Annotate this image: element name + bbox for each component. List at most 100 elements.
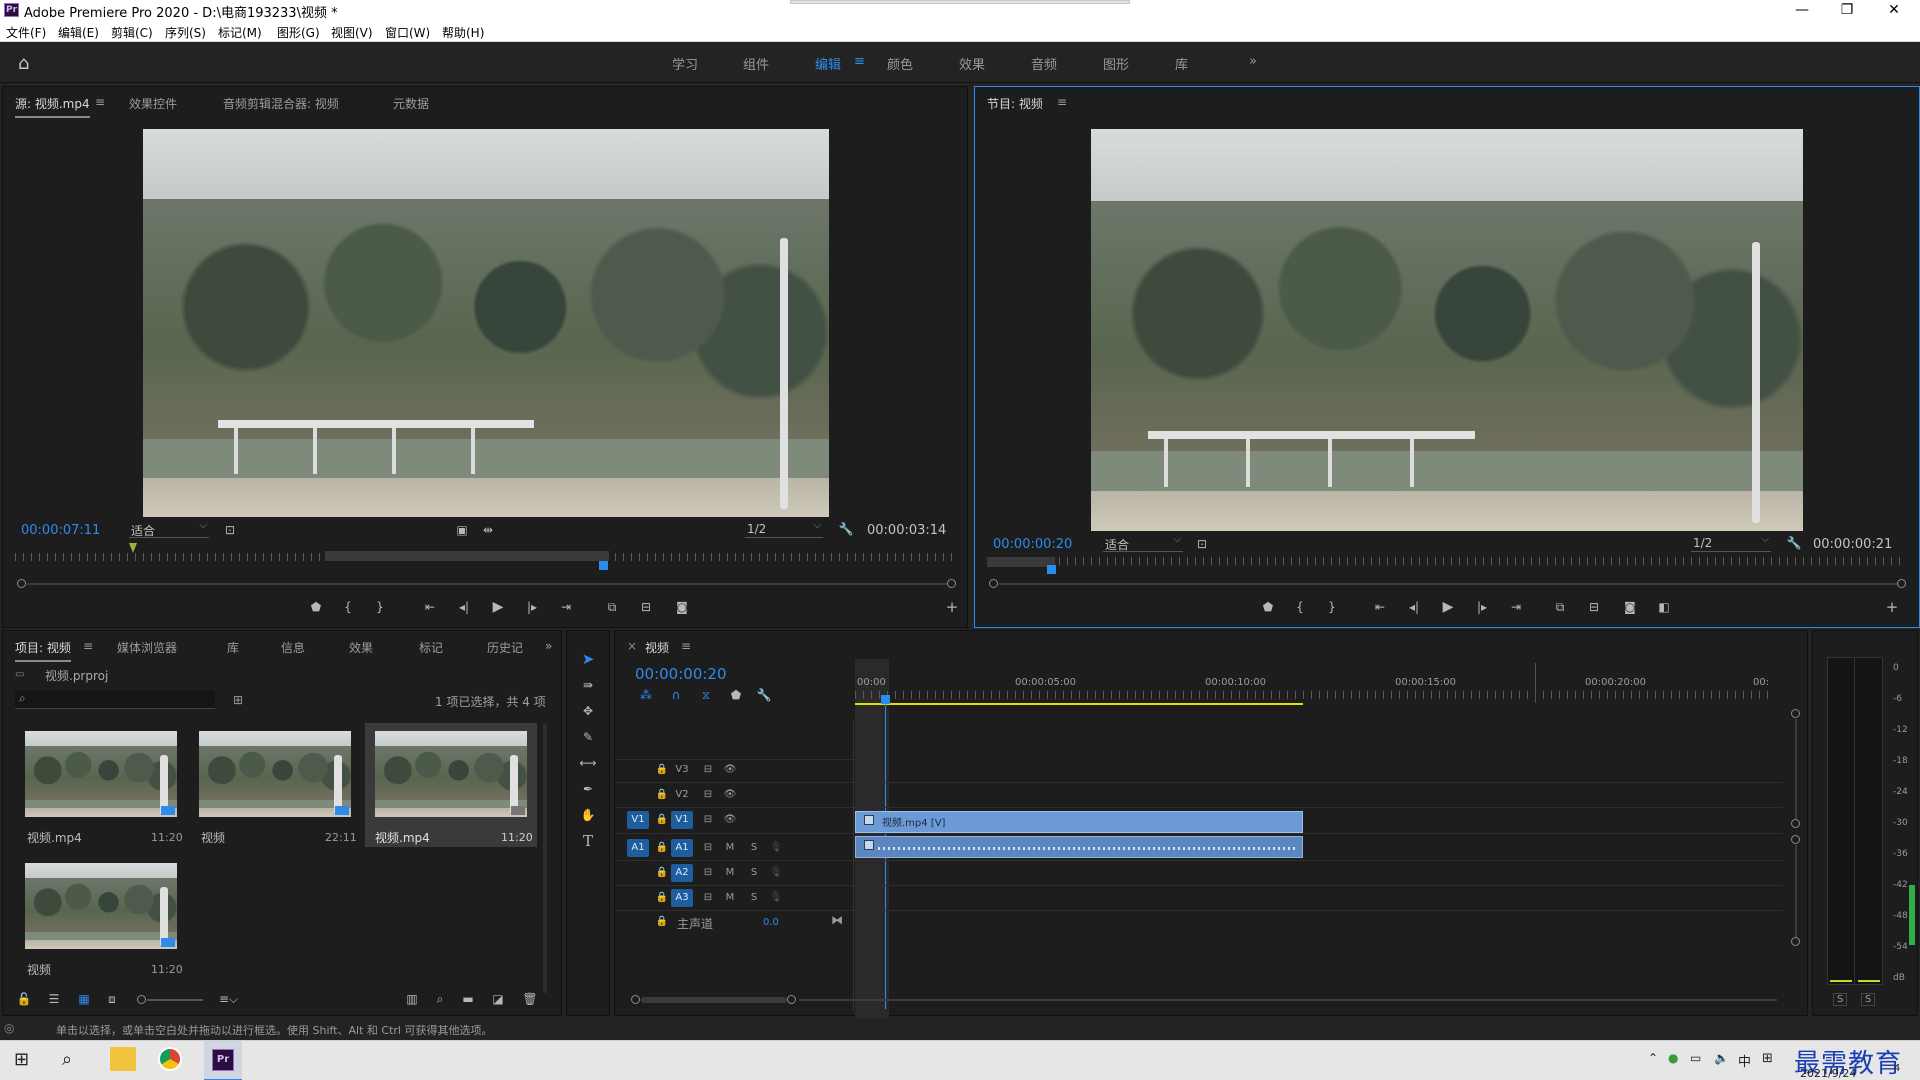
safe-margins-icon[interactable]: ⊡ [221, 522, 239, 538]
list-view-icon[interactable]: ☰ [45, 991, 63, 1007]
master-volume-value[interactable]: 0.0 [763, 917, 779, 928]
source-playhead[interactable] [599, 561, 608, 570]
source-settings-wrench-icon[interactable]: 🔧 [837, 521, 855, 537]
track-lock-icon[interactable]: 🔒 [651, 864, 673, 882]
workspace-menu-icon[interactable]: ≡ [854, 54, 865, 69]
timeline-vscroll-top-handle[interactable] [1791, 709, 1800, 718]
timeline-audio-vscroll-bottom-handle[interactable] [1791, 937, 1800, 946]
export-frame-icon[interactable]: ▣ [453, 522, 471, 538]
program-resolution-dropdown[interactable]: 1/2 [1691, 534, 1771, 552]
video-clip[interactable]: 视频.mp4 [V] [855, 811, 1303, 833]
comparison-view-icon[interactable]: ◧ [1655, 599, 1673, 615]
mark-out-icon[interactable]: } [371, 599, 389, 615]
tab-project[interactable]: 项目: 视频 [15, 639, 71, 662]
menu-marker[interactable]: 标记(M) [218, 24, 262, 41]
program-play-icon[interactable]: ▶ [1439, 599, 1457, 615]
program-panel-menu-icon[interactable]: ≡ [1057, 95, 1067, 109]
program-go-to-out-icon[interactable]: ⇥ [1507, 599, 1525, 615]
source-video-frame[interactable] [143, 129, 829, 517]
timeline-zoom-bar[interactable] [641, 997, 787, 1003]
tab-effects[interactable]: 效果 [349, 639, 373, 656]
thumb-size-slider-handle[interactable] [137, 995, 146, 1004]
close-button[interactable]: ✕ [1872, 0, 1916, 20]
new-item-icon[interactable]: ◪ [489, 991, 507, 1007]
source-resolution-dropdown[interactable]: 1/2 [745, 520, 823, 538]
add-marker-timeline-icon[interactable]: ⬟ [727, 687, 745, 703]
source-zoom-start-handle[interactable] [17, 579, 26, 588]
find-icon[interactable]: ⌕ [431, 991, 449, 1007]
tab-media-browser[interactable]: 媒体浏览器 [117, 639, 177, 656]
source-patch-a1[interactable]: A1 [627, 839, 649, 857]
premiere-taskbar-button[interactable]: Pr [204, 1041, 242, 1080]
tab-info[interactable]: 信息 [281, 639, 305, 656]
track-lock-icon[interactable]: 🔒 [651, 761, 673, 779]
track-lock-icon[interactable]: 🔒 [651, 889, 673, 907]
freeform-view-icon[interactable]: ⧈ [103, 991, 121, 1007]
menu-help[interactable]: 帮助(H) [442, 24, 484, 41]
ime-grid-icon[interactable]: ⊞ [1762, 1051, 1773, 1066]
sync-lock-icon[interactable]: ⊟ [697, 761, 719, 779]
extract-icon[interactable]: ⊟ [1585, 599, 1603, 615]
track-lock-icon[interactable]: 🔒 [651, 913, 673, 931]
lock-toggle-icon[interactable]: 🔓 [15, 991, 33, 1007]
step-back-icon[interactable]: ◂| [455, 599, 473, 615]
source-zoom-end-handle[interactable] [947, 579, 956, 588]
eye-icon[interactable]: 👁 [719, 761, 741, 779]
tab-history[interactable]: 历史记 [487, 639, 523, 656]
go-to-out-icon[interactable]: ⇥ [557, 599, 575, 615]
program-current-timecode[interactable]: 00:00:00:20 [993, 537, 1072, 552]
sync-lock-icon[interactable]: ⊟ [697, 811, 719, 829]
track-lock-icon[interactable]: 🔒 [651, 811, 673, 829]
in-out-range-bar[interactable] [855, 703, 1303, 705]
more-tabs-icon[interactable]: » [545, 639, 552, 653]
tab-markers[interactable]: 标记 [419, 639, 443, 656]
menu-window[interactable]: 窗口(W) [385, 24, 430, 41]
program-playhead[interactable] [1047, 565, 1056, 574]
program-settings-wrench-icon[interactable]: 🔧 [1785, 535, 1803, 551]
menu-edit[interactable]: 编辑(E) [58, 24, 99, 41]
solo-left-button[interactable]: S [1833, 993, 1848, 1006]
program-in-out-range[interactable] [987, 557, 1055, 567]
source-zoom-scrollbar[interactable] [27, 583, 947, 585]
step-forward-icon[interactable]: |▸ [523, 599, 541, 615]
tab-audio-clip-mixer[interactable]: 音频剪辑混合器: 视频 [223, 95, 339, 112]
tab-source[interactable]: 源: 视频.mp4 [15, 95, 90, 118]
pen-tool-icon[interactable]: ✒ [579, 781, 597, 797]
track-target-v3[interactable]: V3 [671, 761, 693, 779]
track-lock-icon[interactable]: 🔒 [651, 839, 673, 857]
audio-clip[interactable] [855, 836, 1303, 858]
sync-lock-icon[interactable]: ⊟ [697, 889, 719, 907]
linked-selection-icon[interactable]: ⧖ [697, 687, 715, 703]
solo-button[interactable]: S [743, 889, 765, 907]
chrome-icon[interactable] [158, 1047, 182, 1071]
solo-button[interactable]: S [743, 839, 765, 857]
sync-lock-icon[interactable]: ⊟ [697, 786, 719, 804]
source-patch-v1[interactable]: V1 [627, 811, 649, 829]
source-in-out-range[interactable] [325, 551, 609, 561]
volume-icon[interactable]: 🔈 [1714, 1051, 1729, 1065]
menu-graphics[interactable]: 图形(G) [277, 24, 320, 41]
windows-start-icon[interactable]: ⊞ [14, 1049, 29, 1070]
sync-lock-icon[interactable]: ⊟ [697, 839, 719, 857]
source-current-timecode[interactable]: 00:00:07:11 [21, 523, 100, 538]
ripple-edit-tool-icon[interactable]: ✥ [579, 703, 597, 719]
drag-video-icon[interactable]: ⇹ [479, 522, 497, 538]
network-icon[interactable]: ▭ [1690, 1051, 1701, 1065]
timeline-video-vscroll[interactable] [1795, 719, 1797, 819]
timeline-vscroll-mid-handle[interactable] [1791, 819, 1800, 828]
workspace-libraries[interactable]: 库 [1175, 54, 1188, 73]
icon-view-icon[interactable]: ▦ [75, 991, 93, 1007]
program-step-back-icon[interactable]: ◂| [1405, 599, 1423, 615]
program-zoom-scrollbar[interactable] [999, 583, 1899, 585]
menu-file[interactable]: 文件(F) [6, 24, 46, 41]
automate-to-sequence-icon[interactable]: ▥ [403, 991, 421, 1007]
workspace-color[interactable]: 颜色 [887, 54, 913, 73]
timeline-menu-icon[interactable]: ≡ [681, 639, 691, 653]
workspace-graphics[interactable]: 图形 [1103, 54, 1129, 73]
record-mic-icon[interactable]: 🎙 [765, 839, 787, 857]
project-search-input[interactable] [15, 691, 215, 709]
ime-indicator[interactable]: 中 [1738, 1051, 1751, 1070]
selection-tool-icon[interactable]: ➤ [579, 651, 597, 667]
eye-icon[interactable]: 👁 [719, 786, 741, 804]
go-to-end-icon[interactable]: ⧓ [831, 913, 843, 927]
